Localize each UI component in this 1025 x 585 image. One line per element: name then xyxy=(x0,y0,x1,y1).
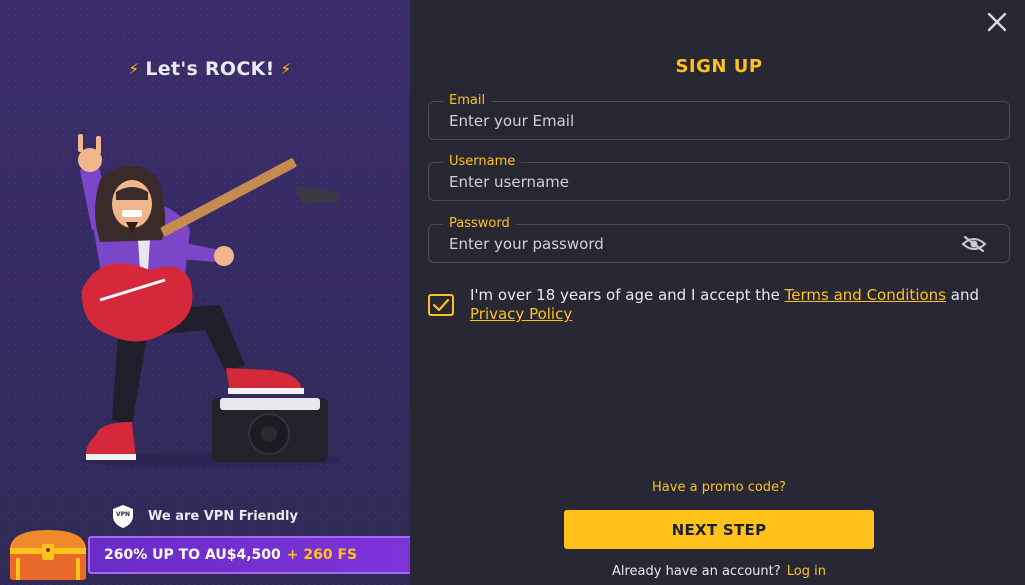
login-link[interactable]: Log in xyxy=(787,564,826,579)
vpn-shield-icon: VPN xyxy=(113,505,133,528)
agree-checkbox[interactable] xyxy=(428,294,454,316)
tagline: ⚡ Let's ROCK! ⚡ xyxy=(0,58,410,80)
vpn-text: We are VPN Friendly xyxy=(148,508,298,524)
agree-and: and xyxy=(950,286,979,304)
tagline-text: Let's ROCK! xyxy=(145,58,275,80)
form-title: SIGN UP xyxy=(675,56,763,77)
vpn-friendly: VPN We are VPN Friendly xyxy=(110,503,298,529)
eye-off-icon[interactable] xyxy=(961,235,987,253)
promo-code-link[interactable]: Have a promo code? xyxy=(428,480,1010,495)
agree-text: I'm over 18 years of age and I accept th… xyxy=(470,286,988,324)
bonus-extra: + 260 FS xyxy=(286,547,358,563)
bonus-text: 260% UP TO AU$4,500 xyxy=(104,547,281,563)
checkmark-icon xyxy=(433,299,449,311)
email-field[interactable]: Email xyxy=(428,93,1010,140)
terms-link[interactable]: Terms and Conditions xyxy=(785,286,946,304)
rocker-illustration xyxy=(78,134,340,468)
agree-prefix: I'm over 18 years of age and I accept th… xyxy=(470,286,780,304)
bolt-icon: ⚡ xyxy=(128,60,140,78)
login-prompt: Already have an account? Log in xyxy=(428,564,1010,579)
bonus-banner[interactable]: 260% UP TO AU$4,500 + 260 FS xyxy=(88,536,410,574)
username-field[interactable]: Username xyxy=(428,154,1010,201)
close-icon[interactable] xyxy=(985,10,1009,34)
username-input[interactable] xyxy=(429,163,1009,200)
bolt-icon: ⚡ xyxy=(280,60,292,78)
privacy-link[interactable]: Privacy Policy xyxy=(470,305,572,323)
password-field[interactable]: Password xyxy=(428,216,1010,263)
age-terms-agreement: I'm over 18 years of age and I accept th… xyxy=(428,286,988,324)
account-text: Already have an account? xyxy=(611,564,781,579)
treasure-chest-icon xyxy=(10,530,86,580)
email-input[interactable] xyxy=(429,102,1009,139)
next-step-button[interactable]: NEXT STEP xyxy=(564,510,874,549)
password-input[interactable] xyxy=(429,225,1009,262)
promo-panel: ⚡ Let's ROCK! ⚡ VPN We are VPN Friendly … xyxy=(0,0,410,585)
vpn-badge-text: VPN xyxy=(116,511,130,518)
